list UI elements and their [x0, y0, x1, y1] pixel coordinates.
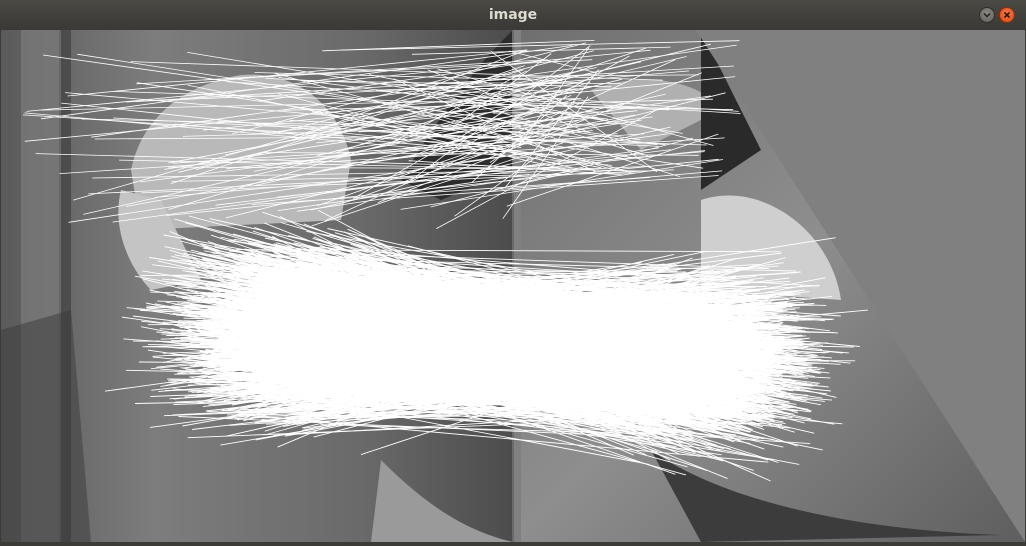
- title-bar[interactable]: image: [0, 0, 1026, 31]
- window-title: image: [488, 7, 538, 23]
- app-window: image: [0, 0, 1026, 546]
- close-button[interactable]: [999, 7, 1015, 23]
- feature-matches-image: [1, 30, 1025, 542]
- close-icon: [1003, 11, 1011, 19]
- chevron-down-icon: [983, 12, 991, 18]
- minimize-button[interactable]: [979, 7, 995, 23]
- window-bottom-border: [0, 542, 1026, 546]
- image-display-area: [1, 30, 1025, 542]
